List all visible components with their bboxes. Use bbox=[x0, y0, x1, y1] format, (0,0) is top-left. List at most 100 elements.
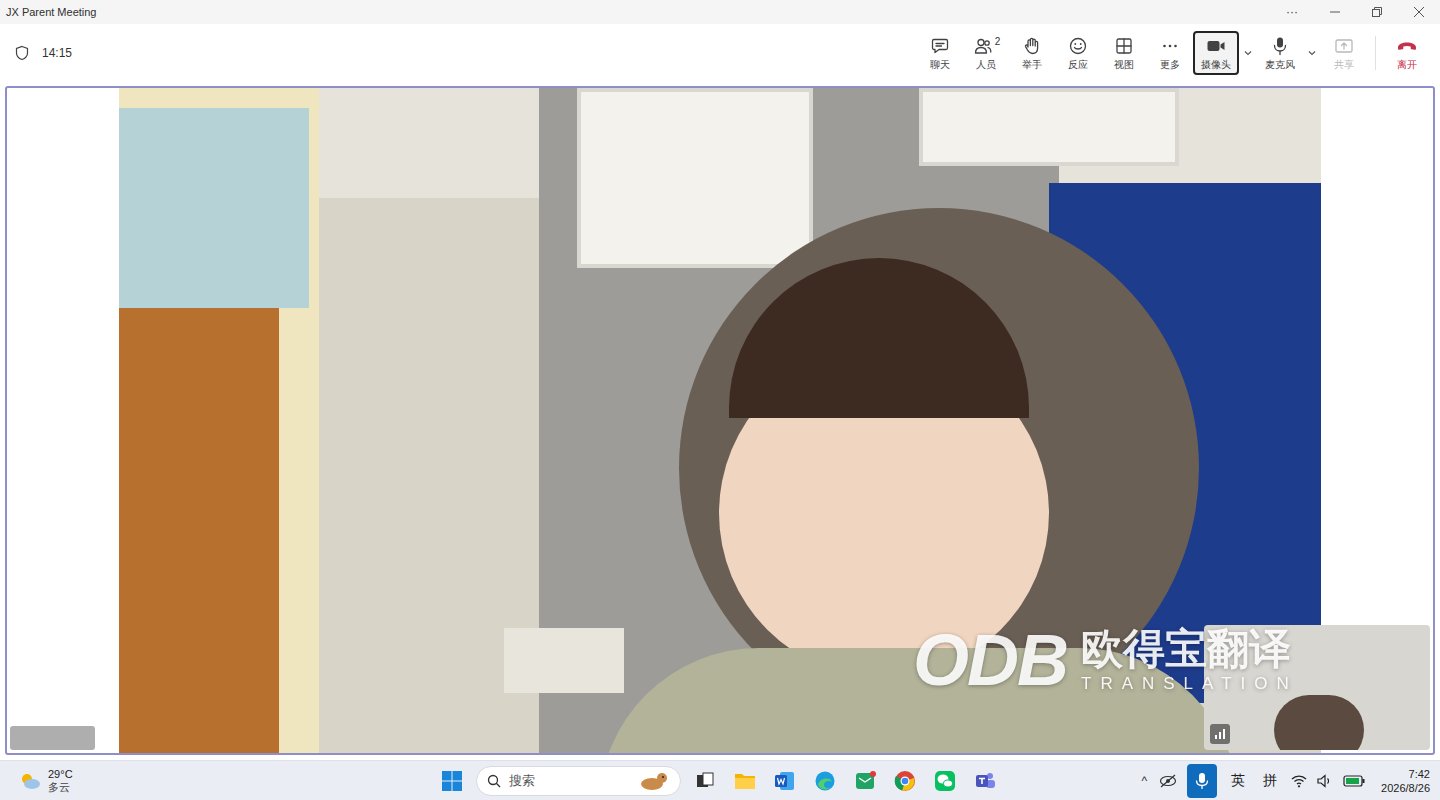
weather-desc: 多云 bbox=[48, 781, 73, 794]
clock-time: 7:42 bbox=[1409, 767, 1430, 781]
toolbar-button[interactable]: 麦克风 bbox=[1257, 31, 1303, 75]
toolbar-group: 举手 bbox=[1009, 31, 1055, 75]
toolbar-group: 麦克风 bbox=[1257, 31, 1321, 75]
toolbar-button[interactable]: 离开 bbox=[1384, 31, 1430, 75]
dog-icon bbox=[634, 770, 670, 792]
signal-icon bbox=[1210, 724, 1230, 744]
ime-indicator[interactable]: 英 bbox=[1227, 770, 1249, 791]
toolbar-button[interactable]: 反应 bbox=[1055, 31, 1101, 75]
participant-count: 2 bbox=[995, 37, 1001, 47]
button-label: 人员 bbox=[976, 59, 996, 71]
toolbar-button[interactable]: 摄像头 bbox=[1193, 31, 1239, 75]
watermark-text: 欧得宝翻译TRANSLATION bbox=[1081, 625, 1298, 695]
tray-overflow[interactable]: ^ bbox=[1139, 772, 1149, 790]
more-button[interactable]: ··· bbox=[1270, 3, 1314, 21]
meeting-timer: 14:15 bbox=[42, 44, 72, 62]
taskbar-apps: 搜索 bbox=[436, 765, 1001, 797]
window-controls: ··· bbox=[1270, 0, 1440, 24]
participant-video bbox=[119, 88, 1321, 753]
wechat-icon[interactable] bbox=[929, 765, 961, 797]
button-icon-row bbox=[1396, 36, 1418, 56]
edge-icon[interactable] bbox=[809, 765, 841, 797]
restore-icon bbox=[1356, 0, 1398, 24]
toolbar-divider bbox=[1375, 36, 1376, 70]
video-stage: ODB欧得宝翻译TRANSLATION bbox=[5, 86, 1435, 755]
people-icon bbox=[972, 36, 994, 56]
chevron-down-icon[interactable] bbox=[1303, 31, 1321, 75]
watermark-logo: ODB bbox=[913, 624, 1067, 696]
button-label: 共享 bbox=[1334, 59, 1354, 71]
window-left-shape bbox=[119, 108, 309, 308]
mail-icon[interactable] bbox=[849, 765, 881, 797]
watermark: ODB欧得宝翻译TRANSLATION bbox=[913, 624, 1298, 696]
button-icon-row bbox=[1021, 36, 1043, 56]
clock-date: 2026/8/26 bbox=[1381, 781, 1430, 795]
window-title: JX Parent Meeting bbox=[6, 4, 97, 21]
close-icon bbox=[1398, 0, 1440, 24]
cloudy-icon bbox=[18, 771, 42, 791]
toolbar-group: 反应 bbox=[1055, 31, 1101, 75]
button-label: 聊天 bbox=[930, 59, 950, 71]
meeting-info: 14:15 bbox=[14, 44, 72, 62]
ime-indicator[interactable]: 拼 bbox=[1259, 770, 1281, 791]
self-view-person bbox=[1274, 695, 1364, 750]
meeting-toolbar: 14:15 聊天 2 人员 举手 反应视图 更多 摄像头 麦克风 共享 离开 bbox=[0, 24, 1440, 82]
toolbar-group: 更多 bbox=[1147, 31, 1193, 75]
share-icon bbox=[1333, 36, 1355, 56]
button-icon-row bbox=[1113, 36, 1135, 56]
teams-icon[interactable] bbox=[969, 765, 1001, 797]
toolbar-button[interactable]: 视图 bbox=[1101, 31, 1147, 75]
camera-icon bbox=[1205, 36, 1227, 56]
button-label: 摄像头 bbox=[1201, 59, 1231, 71]
toolbar-button[interactable]: 更多 bbox=[1147, 31, 1193, 75]
chevron-down-icon[interactable] bbox=[1239, 31, 1257, 75]
button-label: 视图 bbox=[1114, 59, 1134, 71]
button-label: 离开 bbox=[1397, 59, 1417, 71]
frame-shape bbox=[919, 88, 1179, 166]
chat-icon bbox=[929, 36, 951, 56]
toolbar-button[interactable]: 举手 bbox=[1009, 31, 1055, 75]
name-tag bbox=[10, 726, 95, 750]
system-tray: ^ 英拼 7:422026/8/26 bbox=[1139, 764, 1440, 798]
shirt-shape bbox=[599, 648, 1239, 753]
weather-text: 29°C多云 bbox=[48, 768, 73, 794]
task-view-icon[interactable] bbox=[689, 765, 721, 797]
switch-plate-shape bbox=[504, 628, 624, 693]
microphone-active-icon[interactable] bbox=[1187, 764, 1217, 798]
word-icon[interactable] bbox=[769, 765, 801, 797]
eye-off-icon bbox=[1159, 773, 1177, 789]
toolbar-group: 共享 bbox=[1321, 31, 1367, 75]
button-label: 麦克风 bbox=[1265, 59, 1295, 71]
microphone-icon bbox=[1269, 36, 1291, 56]
watermark-name: 欧得宝翻译 bbox=[1081, 625, 1298, 673]
button-icon-row: 2 bbox=[972, 36, 1001, 56]
view-icon bbox=[1113, 36, 1135, 56]
toolbar-group: 离开 bbox=[1384, 31, 1430, 75]
toolbar-group: 聊天 bbox=[917, 31, 963, 75]
button-icon-row bbox=[1067, 36, 1089, 56]
toolbar-button[interactable]: 共享 bbox=[1321, 31, 1367, 75]
button-label: 举手 bbox=[1022, 59, 1042, 71]
taskbar-search[interactable]: 搜索 bbox=[476, 766, 681, 796]
button-icon-row bbox=[1269, 36, 1291, 56]
toolbar-group: 视图 bbox=[1101, 31, 1147, 75]
watermark-sub: TRANSLATION bbox=[1081, 673, 1298, 695]
chrome-icon[interactable] bbox=[889, 765, 921, 797]
windows-start-icon bbox=[436, 765, 468, 797]
button-icon-row bbox=[1205, 36, 1227, 56]
taskbar-clock[interactable]: 7:422026/8/26 bbox=[1375, 767, 1430, 795]
weather-temp: 29°C bbox=[48, 768, 73, 781]
weather-widget[interactable]: 29°C多云 bbox=[0, 768, 200, 794]
reaction-icon bbox=[1067, 36, 1089, 56]
toolbar-button[interactable]: 聊天 bbox=[917, 31, 963, 75]
toolbar-button[interactable]: 2 人员 bbox=[963, 31, 1009, 75]
minimize-icon bbox=[1314, 0, 1356, 24]
leave-icon bbox=[1396, 36, 1418, 56]
battery-icon bbox=[1343, 775, 1365, 787]
door-shape bbox=[119, 308, 279, 753]
stage-area: ODB欧得宝翻译TRANSLATION bbox=[5, 86, 1435, 755]
file-explorer-icon[interactable] bbox=[729, 765, 761, 797]
raise-hand-icon bbox=[1021, 36, 1043, 56]
button-label: 更多 bbox=[1160, 59, 1180, 71]
search-placeholder: 搜索 bbox=[509, 771, 626, 791]
